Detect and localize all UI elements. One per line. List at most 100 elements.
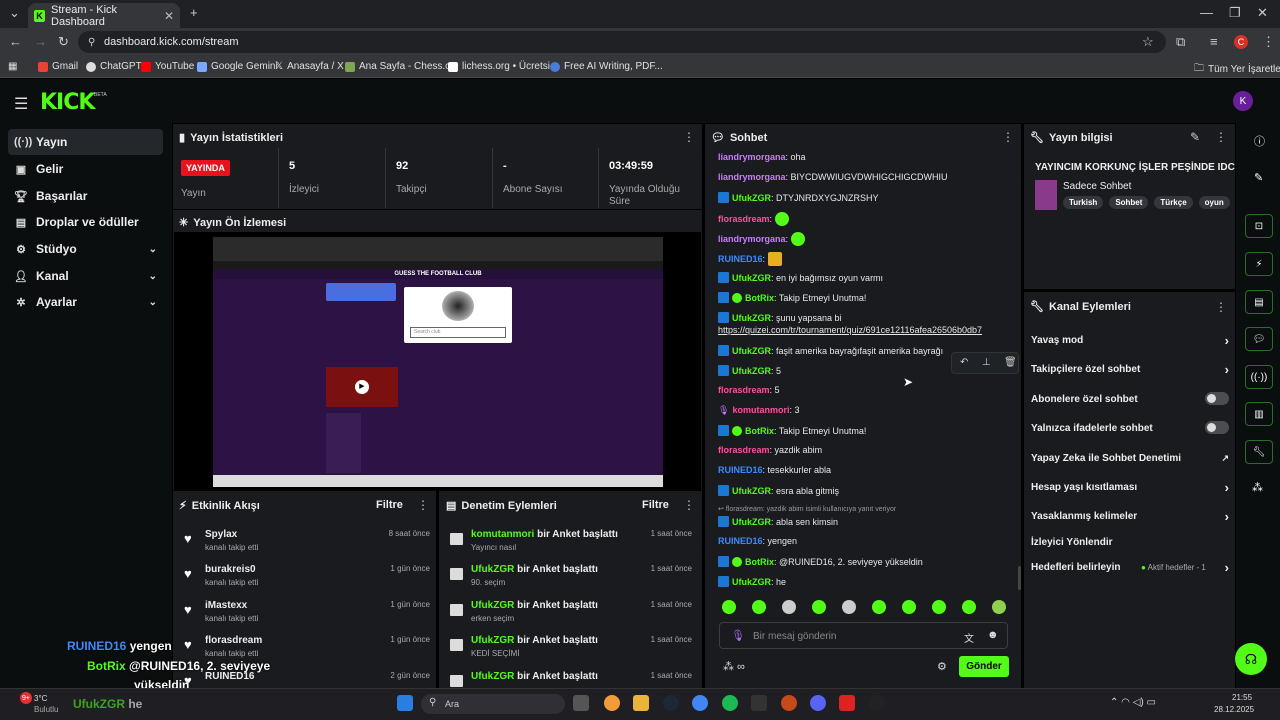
pin-icon[interactable]: ⊥ xyxy=(982,357,991,368)
wifi-icon[interactable]: ◠ xyxy=(1121,697,1130,708)
chat-username[interactable]: komutanmori xyxy=(732,405,789,415)
app-icon[interactable] xyxy=(839,695,855,711)
tab-search-icon[interactable]: ⌄ xyxy=(9,5,20,21)
activity-user[interactable]: burakreis0 xyxy=(205,564,256,575)
emote-icon[interactable] xyxy=(752,600,766,614)
activity-filter-button[interactable]: Filtre xyxy=(376,499,403,511)
chat-link[interactable]: https://quizei.com/tr/tournament/quiz/69… xyxy=(718,325,1018,335)
sidebar-item-yayin[interactable]: ((·)) Yayın xyxy=(8,129,163,155)
points-icon[interactable]: ⁂ ∞ xyxy=(723,660,745,673)
menu-icon[interactable]: ☰ xyxy=(14,94,28,114)
chat-username[interactable]: UfukZGR xyxy=(732,313,771,323)
maximize-icon[interactable]: ❐ xyxy=(1229,5,1241,21)
send-button[interactable]: Gönder xyxy=(959,656,1009,677)
rail-chat-button[interactable]: 💬︎ xyxy=(1245,327,1273,351)
chat-username[interactable]: UfukZGR xyxy=(732,366,771,376)
url-field[interactable]: dashboard.kick.com/stream xyxy=(78,31,1166,53)
emote-icon[interactable] xyxy=(842,600,856,614)
chat-username[interactable]: liandrymorgana xyxy=(718,172,786,182)
mod-user[interactable]: UfukZGR xyxy=(471,671,514,682)
bookmark-ai-writing[interactable]: Free AI Writing, PDF... xyxy=(550,61,663,72)
app-icon[interactable] xyxy=(781,695,797,711)
apps-icon[interactable]: ▦ xyxy=(8,61,17,72)
spotify-icon[interactable] xyxy=(722,695,738,711)
chat-scrollbar[interactable] xyxy=(1018,566,1021,590)
mic-icon[interactable]: 🎙︎ xyxy=(731,629,745,642)
chat-username[interactable]: BotRix xyxy=(745,293,774,303)
mod-user[interactable]: UfukZGR xyxy=(471,564,514,575)
ai-mod-row[interactable]: Yapay Zeka ile Sohbet Denetimi ↗ xyxy=(1031,453,1229,464)
stats-menu-icon[interactable]: ⋮ xyxy=(683,130,695,144)
extensions-icon[interactable]: ⧉ xyxy=(1176,34,1185,50)
rail-capture-button[interactable]: ⊡ xyxy=(1245,214,1273,238)
sidebar-item-kanal[interactable]: 👤︎ Kanal ⌄ xyxy=(8,263,163,289)
activity-user[interactable]: iMastexx xyxy=(205,600,247,611)
emote-icon[interactable] xyxy=(992,600,1006,614)
bookmark-gmail[interactable]: Gmail xyxy=(38,61,78,72)
emote-icon[interactable] xyxy=(962,600,976,614)
moderation-filter-button[interactable]: Filtre xyxy=(642,499,669,511)
chat-username[interactable]: BotRix xyxy=(745,426,774,436)
subs-chat-toggle[interactable] xyxy=(1205,392,1229,405)
reply-icon[interactable]: ↶ xyxy=(960,357,968,368)
chat-username[interactable]: florasdream xyxy=(718,445,770,455)
chat-username[interactable]: UfukZGR xyxy=(732,577,771,587)
tag[interactable]: Sohbet xyxy=(1109,196,1149,209)
kick-logo[interactable]: KICK xyxy=(40,90,95,115)
chat-input[interactable]: 🎙︎ Bir mesaj gönderin 文 ☻ xyxy=(719,622,1008,649)
tray-arrow-icon[interactable]: ⌃ xyxy=(1110,697,1118,708)
chat-username[interactable]: UfukZGR xyxy=(732,193,771,203)
forward-icon[interactable]: → xyxy=(34,34,47,49)
copilot-icon[interactable] xyxy=(604,695,620,711)
taskbar-search[interactable]: ⚲ Ara xyxy=(421,694,565,714)
tab-close-icon[interactable]: ✕ xyxy=(164,9,174,23)
sidebar-item-studyo[interactable]: ⚙ Stüdyo ⌄ xyxy=(8,236,163,262)
activity-user[interactable]: Spylax xyxy=(205,529,237,540)
tag[interactable]: oyun xyxy=(1198,196,1230,209)
emote-chat-toggle[interactable] xyxy=(1205,421,1229,434)
bookmark-chess[interactable]: Ana Sayfa - Chess.c... xyxy=(345,61,459,72)
sidebar-item-basarilar[interactable]: 🏆︎ Başarılar xyxy=(8,183,163,209)
redirect-row[interactable]: İzleyici Yönlendir xyxy=(1031,537,1229,548)
chat-settings-icon[interactable]: ⚙ xyxy=(937,660,947,673)
category-name[interactable]: Sadece Sohbet xyxy=(1063,181,1131,192)
activity-menu-icon[interactable]: ⋮ xyxy=(417,498,429,512)
pencil-icon[interactable]: ✎ xyxy=(1254,171,1263,184)
followers-chat-row[interactable]: Takipçilere özel sohbet › xyxy=(1031,362,1229,377)
new-tab-icon[interactable]: + xyxy=(190,5,198,20)
back-icon[interactable]: ← xyxy=(9,34,22,49)
weather-temp[interactable]: 3°C xyxy=(34,694,47,703)
mod-user[interactable]: UfukZGR xyxy=(471,600,514,611)
bookmark-youtube[interactable]: YouTube xyxy=(141,61,194,72)
chat-username[interactable]: florasdream xyxy=(718,214,770,224)
translate-icon[interactable]: 文 xyxy=(964,630,974,645)
rail-bolt-button[interactable]: ⚡︎ xyxy=(1245,252,1273,276)
site-info-icon[interactable]: ⚲ xyxy=(88,37,95,48)
tag[interactable]: Türkçe xyxy=(1154,196,1193,209)
chat-username[interactable]: UfukZGR xyxy=(732,486,771,496)
epic-icon[interactable] xyxy=(751,695,767,711)
start-icon[interactable] xyxy=(397,695,413,711)
window-close-icon[interactable]: ✕ xyxy=(1257,5,1268,21)
emote-icon[interactable] xyxy=(782,600,796,614)
clock-time[interactable]: 21:55 xyxy=(1232,693,1252,702)
discord-icon[interactable] xyxy=(810,695,826,711)
emote-icon[interactable] xyxy=(902,600,916,614)
sidebar-item-droplar[interactable]: ▤ Droplar ve ödüller xyxy=(8,209,163,235)
bookmark-gemini[interactable]: Google Gemini xyxy=(197,61,278,72)
chat-username[interactable]: RUINED16 xyxy=(718,254,763,264)
reload-icon[interactable]: ↻ xyxy=(58,34,69,50)
info-icon[interactable]: ⓘ xyxy=(1254,133,1265,149)
chat-username[interactable]: BotRix xyxy=(745,557,774,567)
battery-icon[interactable]: ▭ xyxy=(1147,697,1156,708)
sidebar-item-ayarlar[interactable]: ✲ Ayarlar ⌄ xyxy=(8,289,163,315)
stream-info-menu-icon[interactable]: ⋮ xyxy=(1215,130,1227,144)
rail-broadcast-button[interactable]: ((·)) xyxy=(1245,365,1273,389)
rail-tools-button[interactable]: 🔧︎ xyxy=(1245,440,1273,464)
chat-username[interactable]: liandrymorgana xyxy=(718,234,786,244)
moderation-menu-icon[interactable]: ⋮ xyxy=(683,498,695,512)
bookmark-chatgpt[interactable]: ChatGPT xyxy=(86,61,142,72)
emoji-icon[interactable]: ☻ xyxy=(987,629,999,641)
activity-user[interactable]: florasdream xyxy=(205,635,262,646)
minimize-icon[interactable]: — xyxy=(1200,5,1213,20)
